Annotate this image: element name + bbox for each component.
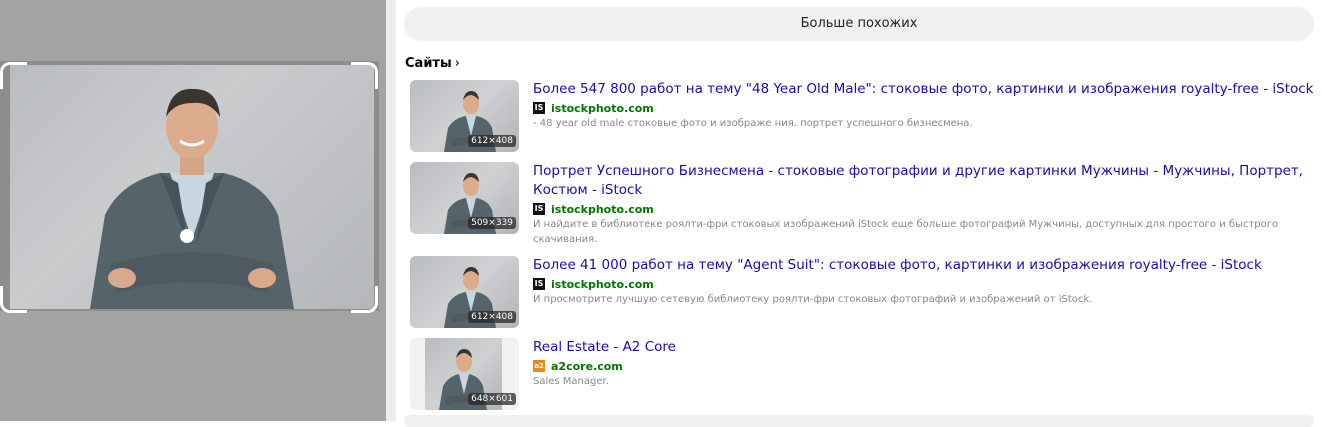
result-snippet: И найдите в библиотеке роялти-фри стоков…: [533, 219, 1279, 245]
next-section-bar[interactable]: [404, 415, 1314, 427]
result-thumbnail[interactable]: 612×408: [410, 256, 519, 328]
result-snippet: И просмотрите лучшую сетевую библиотеку …: [533, 294, 1093, 305]
result-source-label: istockphoto.com: [551, 202, 654, 216]
image-size-badge: 612×408: [468, 311, 516, 323]
panel-divider: [386, 0, 396, 421]
result-thumbnail[interactable]: 612×408: [410, 80, 519, 152]
result-source-label: istockphoto.com: [551, 101, 654, 115]
result-thumbnail[interactable]: 648×601: [410, 338, 519, 410]
result-source-link[interactable]: a2 a2core.com: [533, 359, 623, 373]
result-source-link[interactable]: IS istockphoto.com: [533, 101, 654, 115]
result-source-label: istockphoto.com: [551, 277, 654, 291]
chevron-right-icon: ›: [454, 56, 460, 71]
crop-corner-bottom-right[interactable]: [351, 286, 378, 313]
crop-corner-top-left[interactable]: [0, 62, 27, 89]
istock-favicon-icon: IS: [533, 203, 545, 215]
query-image: [10, 65, 374, 309]
istock-favicon-icon: IS: [533, 278, 545, 290]
result-source-link[interactable]: IS istockphoto.com: [533, 202, 654, 216]
sites-heading[interactable]: Сайты ›: [405, 56, 460, 71]
result-source-link[interactable]: IS istockphoto.com: [533, 277, 654, 291]
result-title-link[interactable]: Real Estate - A2 Core: [533, 338, 1318, 357]
a2core-favicon-icon: a2: [533, 360, 545, 372]
result-title-link[interactable]: Более 41 000 работ на тему "Agent Suit":…: [533, 256, 1318, 275]
crop-corner-top-right[interactable]: [351, 62, 378, 89]
more-similar-button[interactable]: Больше похожих: [404, 7, 1314, 41]
sites-heading-label: Сайты: [405, 56, 452, 71]
result-snippet: - 48 year old male стоковые фото и изобр…: [533, 118, 973, 129]
crop-corner-bottom-left[interactable]: [0, 286, 27, 313]
image-size-badge: 612×408: [468, 135, 516, 147]
result-snippet: Sales Manager.: [533, 376, 609, 387]
image-size-badge: 509×339: [468, 217, 516, 229]
result-source-label: a2core.com: [551, 359, 623, 373]
istock-favicon-icon: IS: [533, 102, 545, 114]
result-title-link[interactable]: Портрет Успешного Бизнесмена - стоковые …: [533, 162, 1318, 200]
result-title-link[interactable]: Более 547 800 работ на тему "48 Year Old…: [533, 80, 1318, 99]
image-size-badge: 648×601: [468, 393, 516, 405]
crop-center-handle[interactable]: [180, 229, 194, 243]
result-thumbnail[interactable]: 509×339: [410, 162, 519, 234]
